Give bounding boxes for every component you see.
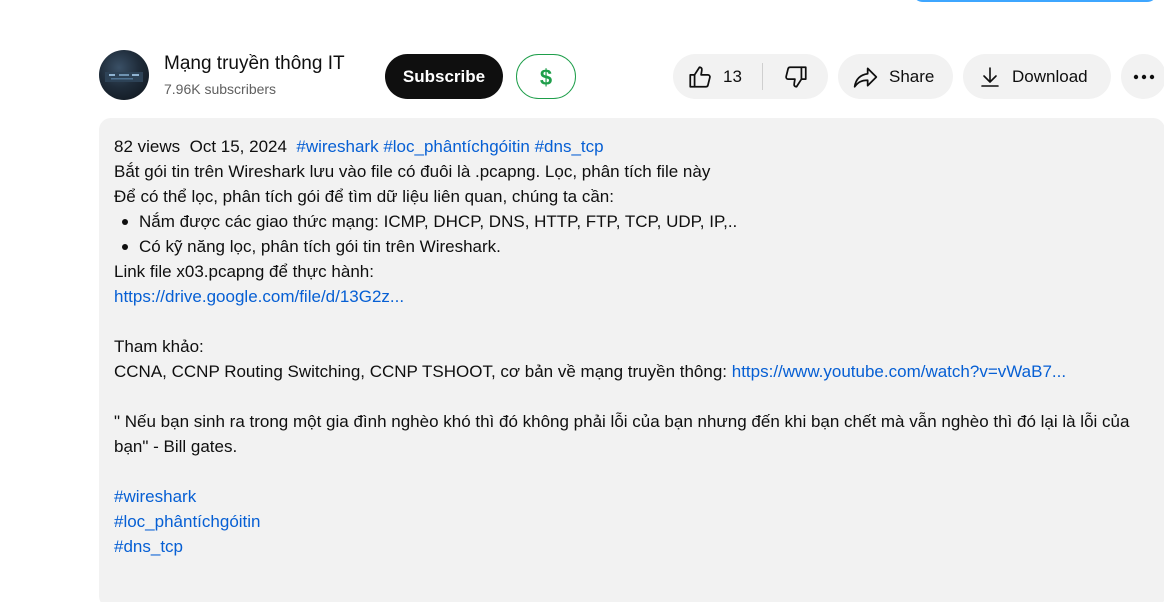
description-line: Bắt gói tin trên Wireshark lưu vào file … [114,162,711,181]
channel-name[interactable]: Mạng truyền thông IT [164,53,345,75]
quote-text: " Nếu bạn sinh ra trong một gia đình ngh… [114,412,1130,456]
description-meta: 82 views Oct 15, 2024 #wireshark #loc_ph… [114,134,1164,159]
hashtag-link[interactable]: #loc_phântíchgóitin [383,137,530,156]
like-count: 13 [723,66,742,86]
view-count: 82 views [114,137,181,156]
more-actions-button[interactable] [1121,54,1164,99]
hashtag-link[interactable]: #wireshark [296,137,378,156]
reference-line: CCNA, CCNP Routing Switching, CCNP TSHOO… [114,359,1164,384]
share-label: Share [889,66,935,86]
description-line: Để có thể lọc, phân tích gói để tìm dữ l… [114,187,614,206]
youtube-link[interactable]: https://www.youtube.com/watch?v=vWaB7... [732,362,1066,381]
share-icon [853,66,878,88]
hashtag-link[interactable]: #dns_tcp [114,537,183,556]
more-icon [1133,74,1154,79]
hashtag-link[interactable]: #dns_tcp [535,137,604,156]
description-line: Link file x03.pcapng để thực hành: [114,262,374,281]
hashtag-link[interactable]: #loc_phântíchgóitin [114,512,261,531]
dislike-icon [784,65,807,88]
svg-text:$: $ [540,65,552,89]
download-label: Download [1012,66,1088,86]
like-icon [689,65,711,88]
hashtag-link[interactable]: #wireshark [114,487,196,506]
description-bullet-list: Nắm được các giao thức mạng: ICMP, DHCP,… [114,209,1164,259]
reference-heading: Tham khảo: [114,337,204,356]
channel-avatar[interactable] [99,50,149,100]
dislike-button[interactable] [763,54,828,99]
share-button[interactable]: Share [838,54,953,99]
bullet-item: Có kỹ năng lọc, phân tích gói tin trên W… [114,234,1164,259]
drive-link[interactable]: https://drive.google.com/file/d/13G2z... [114,287,404,306]
download-icon [981,66,999,87]
upload-date: Oct 15, 2024 [189,137,287,156]
subscriber-count: 7.96K subscribers [164,81,277,97]
like-dislike-group: 13 [673,54,828,99]
subscribe-button[interactable]: Subscribe [385,54,503,99]
dollar-icon: $ [540,65,552,89]
like-button[interactable]: 13 [673,54,762,99]
bullet-item: Nắm được các giao thức mạng: ICMP, DHCP,… [114,209,1164,234]
search-field-edge[interactable] [912,0,1158,2]
download-button[interactable]: Download [963,54,1111,99]
description-box[interactable]: 82 views Oct 15, 2024 #wireshark #loc_ph… [99,118,1164,602]
thanks-button[interactable]: $ [516,54,576,99]
reference-text: CCNA, CCNP Routing Switching, CCNP TSHOO… [114,362,732,381]
